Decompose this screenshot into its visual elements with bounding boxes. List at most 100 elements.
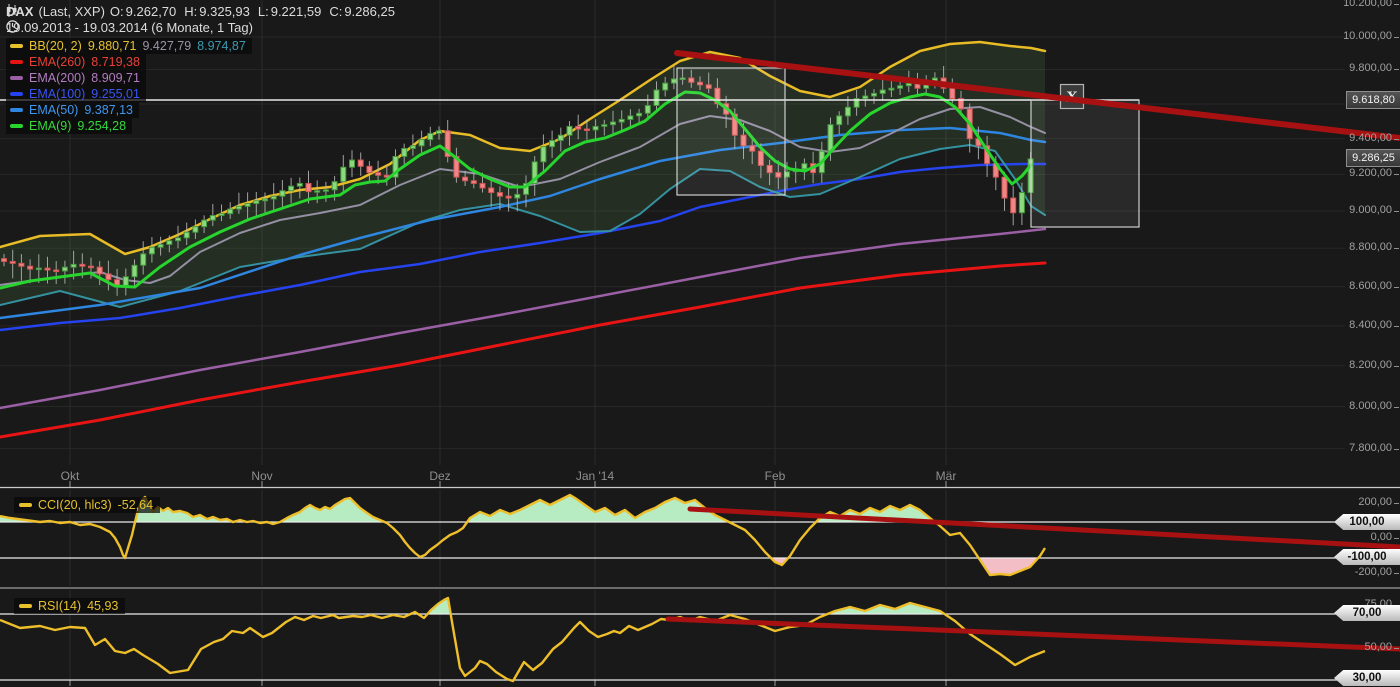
legend-label: EMA(200)	[29, 71, 85, 85]
axis-label: 9.400,00	[1332, 132, 1392, 144]
rsi-label: RSI(14)	[38, 599, 81, 613]
instrument-header: DAX (Last, XXP) O:9.262,70H:9.325,93L:9.…	[6, 4, 401, 19]
legend-row-ema-50-[interactable]: EMA(50) 9.387,13	[6, 102, 139, 118]
rsi-legend[interactable]: RSI(14) 45,93	[14, 598, 125, 614]
month-label-jan14: Jan '14	[576, 469, 614, 483]
axis-label: 10.000,00	[1332, 30, 1392, 42]
legend-value: 9.427,79	[142, 39, 191, 53]
legend-row-ema-200-[interactable]: EMA(200) 8.909,71	[6, 70, 146, 86]
axis-tick	[1394, 538, 1399, 539]
axis-tick	[1394, 407, 1399, 408]
legend-value: 9.880,71	[88, 39, 137, 53]
legend-label: EMA(50)	[29, 103, 78, 117]
legend-value: 9.255,01	[91, 87, 140, 101]
axis-label: 8.000,00	[1332, 400, 1392, 412]
axis-tick	[1394, 366, 1399, 367]
axis-label: 8.200,00	[1332, 359, 1392, 371]
legend-label: EMA(260)	[29, 55, 85, 69]
rsi-value: 45,93	[87, 599, 118, 613]
ohlc-value: 9.262,70	[126, 4, 177, 19]
ohlc-key: O:	[110, 4, 124, 19]
selection-rect-1[interactable]	[677, 68, 785, 195]
legend-row-bb-20-2-[interactable]: BB(20, 2) 9.880,71 9.427,79 8.974,87	[6, 38, 252, 54]
rsi-overbought-fill	[0, 598, 1045, 681]
price-tag[interactable]: 9.618,80	[1346, 91, 1400, 109]
axis-tick	[1394, 4, 1399, 5]
legend-swatch	[10, 60, 23, 64]
rsi-swatch	[19, 604, 32, 608]
cci-label: CCI(20, hlc3)	[38, 498, 112, 512]
candlestick-icon	[6, 4, 19, 17]
month-label-dez: Dez	[429, 469, 450, 483]
symbol-session: (Last, XXP)	[38, 4, 104, 19]
axis-label: 8.600,00	[1332, 280, 1392, 292]
axis-tick	[1394, 174, 1399, 175]
level-tag[interactable]: 100,00	[1334, 514, 1400, 530]
cci-value: -52,64	[118, 498, 153, 512]
price-tag[interactable]: 9.286,25	[1346, 149, 1400, 167]
legend-row-ema-260-[interactable]: EMA(260) 8.719,38	[6, 54, 146, 70]
ohlc-key: C:	[329, 4, 342, 19]
clock-icon	[6, 20, 19, 33]
legend-value: 8.974,87	[197, 39, 246, 53]
date-range-text: 19.09.2013 - 19.03.2014 (6 Monate, 1 Tag…	[6, 20, 253, 35]
level-tag[interactable]: 70,00	[1334, 605, 1400, 621]
axis-label: 7.800,00	[1332, 442, 1392, 454]
legend-swatch	[10, 124, 23, 128]
ohlc-value: 9.221,59	[271, 4, 322, 19]
axis-label: 0,00	[1332, 531, 1392, 543]
level-tag[interactable]: -100,00	[1334, 549, 1400, 565]
axis-label: 9.000,00	[1332, 204, 1392, 216]
legend-value: 9.387,13	[84, 103, 133, 117]
trading-chart-window: X DAX (Last, XXP) O:9.262,70H:9.325,93L:…	[0, 0, 1400, 687]
month-label-feb: Feb	[765, 469, 786, 483]
legend-value: 9.254,28	[77, 119, 126, 133]
legend-row-ema-9-[interactable]: EMA(9) 9.254,28	[6, 118, 132, 134]
axis-tick	[1394, 69, 1399, 70]
ohlc-value: 9.286,25	[344, 4, 395, 19]
axis-tick	[1394, 287, 1399, 288]
ohlc-key: L:	[258, 4, 269, 19]
axis-label: 9.200,00	[1332, 167, 1392, 179]
legend-swatch	[10, 92, 23, 96]
axis-tick	[1394, 248, 1399, 249]
selection-rect-2[interactable]	[1031, 100, 1139, 227]
ohlc-value: 9.325,93	[199, 4, 250, 19]
axis-label: 10.200,00	[1332, 0, 1392, 9]
axis-tick	[1394, 503, 1399, 504]
legend-label: BB(20, 2)	[29, 39, 82, 53]
legend-swatch	[10, 44, 23, 48]
ohlc-values: O:9.262,70 H:9.325,93 L:9.221,59 C:9.286,25	[110, 4, 401, 19]
chart-canvas[interactable]: X	[0, 0, 1400, 687]
legend-label: EMA(100)	[29, 87, 85, 101]
ohlc-key: H:	[184, 4, 197, 19]
axis-tick	[1394, 37, 1399, 38]
legend-value: 8.719,38	[91, 55, 140, 69]
axis-label: 8.800,00	[1332, 241, 1392, 253]
level-tag[interactable]: 30,00	[1334, 670, 1400, 686]
legend-value: 8.909,71	[91, 71, 140, 85]
cci-swatch	[19, 503, 32, 507]
cci-legend[interactable]: CCI(20, hlc3) -52,64	[14, 497, 160, 513]
month-label-okt: Okt	[61, 469, 80, 483]
trendline-rsi[interactable]	[668, 619, 1400, 649]
axis-label: 200,00	[1332, 496, 1392, 508]
trendline-cci[interactable]	[690, 509, 1400, 547]
legend-label: EMA(9)	[29, 119, 71, 133]
legend-row-ema-100-[interactable]: EMA(100) 9.255,01	[6, 86, 146, 102]
axis-label: 8.400,00	[1332, 319, 1392, 331]
month-label-nov: Nov	[251, 469, 272, 483]
legend-swatch	[10, 76, 23, 80]
legend-swatch	[10, 108, 23, 112]
axis-tick	[1394, 326, 1399, 327]
month-label-mr: Mär	[936, 469, 957, 483]
axis-label: 50,00	[1332, 641, 1392, 653]
axis-tick	[1394, 449, 1399, 450]
axis-tick	[1394, 648, 1399, 649]
axis-tick	[1394, 139, 1399, 140]
axis-label: 9.800,00	[1332, 62, 1392, 74]
date-range-header: 19.09.2013 - 19.03.2014 (6 Monate, 1 Tag…	[6, 20, 253, 35]
axis-tick	[1394, 211, 1399, 212]
axis-label: -200,00	[1332, 566, 1392, 578]
axis-tick	[1394, 573, 1399, 574]
